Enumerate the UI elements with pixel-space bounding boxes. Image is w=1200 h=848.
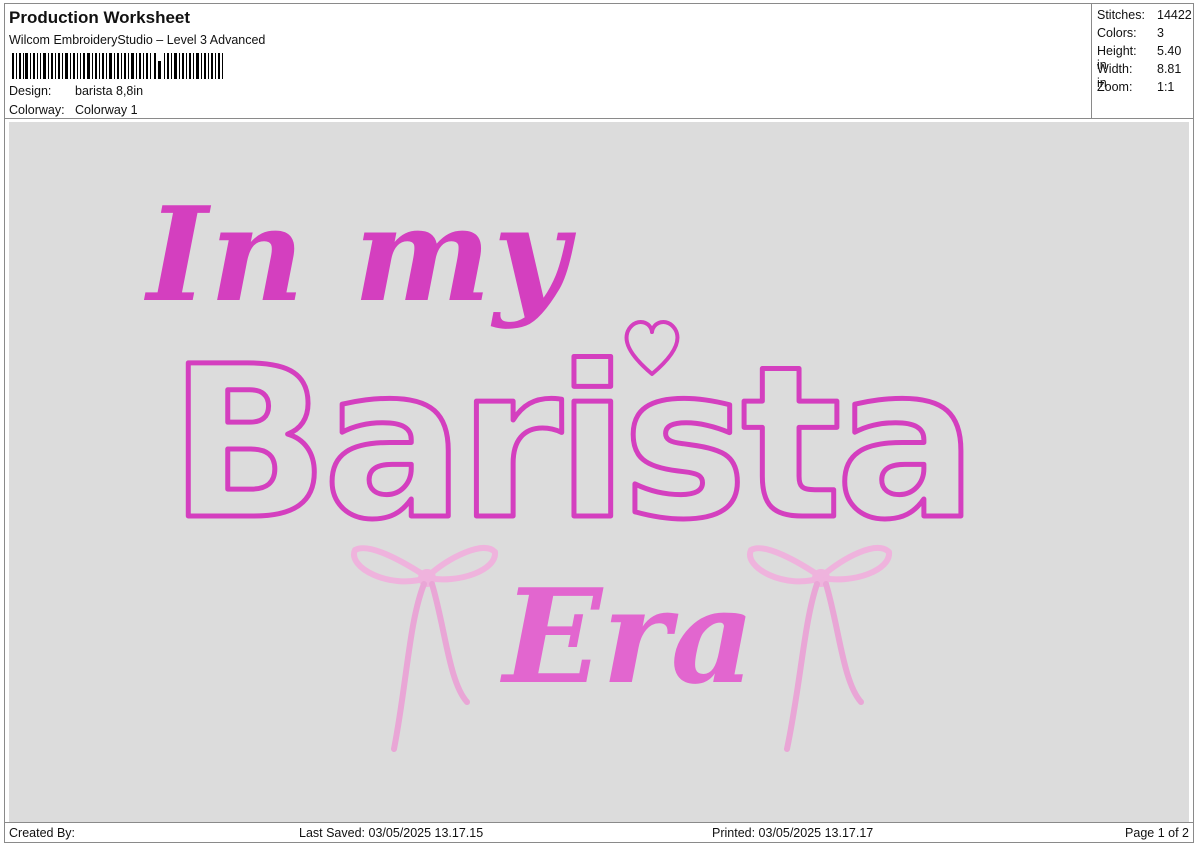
design-value: barista 8,8in <box>75 84 144 98</box>
line-in-my: In my <box>143 178 576 331</box>
line-era: Era <box>499 560 755 713</box>
software-name: Wilcom EmbroideryStudio – Level 3 Advanc… <box>9 33 266 47</box>
stat-stitches: Stitches: 14422 <box>1097 8 1192 22</box>
page-number: Page 1 of 2 <box>1125 826 1189 840</box>
last-saved: Last Saved: 03/05/2025 13.17.15 <box>299 826 484 840</box>
colorway-row: Colorway: Colorway 1 <box>9 103 138 117</box>
barcode-graphic <box>12 53 223 79</box>
colorway-label: Colorway: <box>9 103 65 117</box>
design-label: Design: <box>9 84 52 98</box>
worksheet-footer: Created By: Last Saved: 03/05/2025 13.17… <box>5 822 1193 843</box>
embroidery-design: In my Barista Era <box>143 178 980 752</box>
stat-zoom: Zoom: 1:1 <box>1097 80 1174 94</box>
zoom-value: 1:1 <box>1157 80 1175 94</box>
worksheet-title: Production Worksheet <box>9 8 191 27</box>
stats-panel: Stitches: 14422 Colors: 3 Height: 5.40 in W… <box>1091 4 1194 118</box>
stitches-value: 14422 <box>1157 8 1192 22</box>
colorway-value: Colorway 1 <box>75 103 138 117</box>
colors-value: 3 <box>1157 26 1164 40</box>
created-by: Created By: <box>9 826 76 840</box>
stitches-label: Stitches: <box>1097 8 1145 22</box>
right-bow-icon <box>747 545 892 752</box>
barcode <box>12 53 224 79</box>
colors-label: Colors: <box>1097 26 1137 40</box>
design-row: Design: barista 8,8in <box>9 84 143 98</box>
zoom-label: Zoom: <box>1097 80 1133 94</box>
line-barista: Barista <box>169 321 971 566</box>
left-bow-icon <box>351 545 498 752</box>
worksheet-sheet: Production Worksheet Wilcom EmbroiderySt… <box>4 3 1194 843</box>
printed-date: Printed: 03/05/2025 13.17.17 <box>712 826 874 840</box>
worksheet-header: Production Worksheet Wilcom EmbroiderySt… <box>5 4 1193 119</box>
stat-colors: Colors: 3 <box>1097 26 1164 40</box>
design-canvas[interactable]: In my Barista Era <box>9 122 1189 822</box>
height-label: Height: <box>1097 44 1137 58</box>
width-label: Width: <box>1097 62 1133 76</box>
